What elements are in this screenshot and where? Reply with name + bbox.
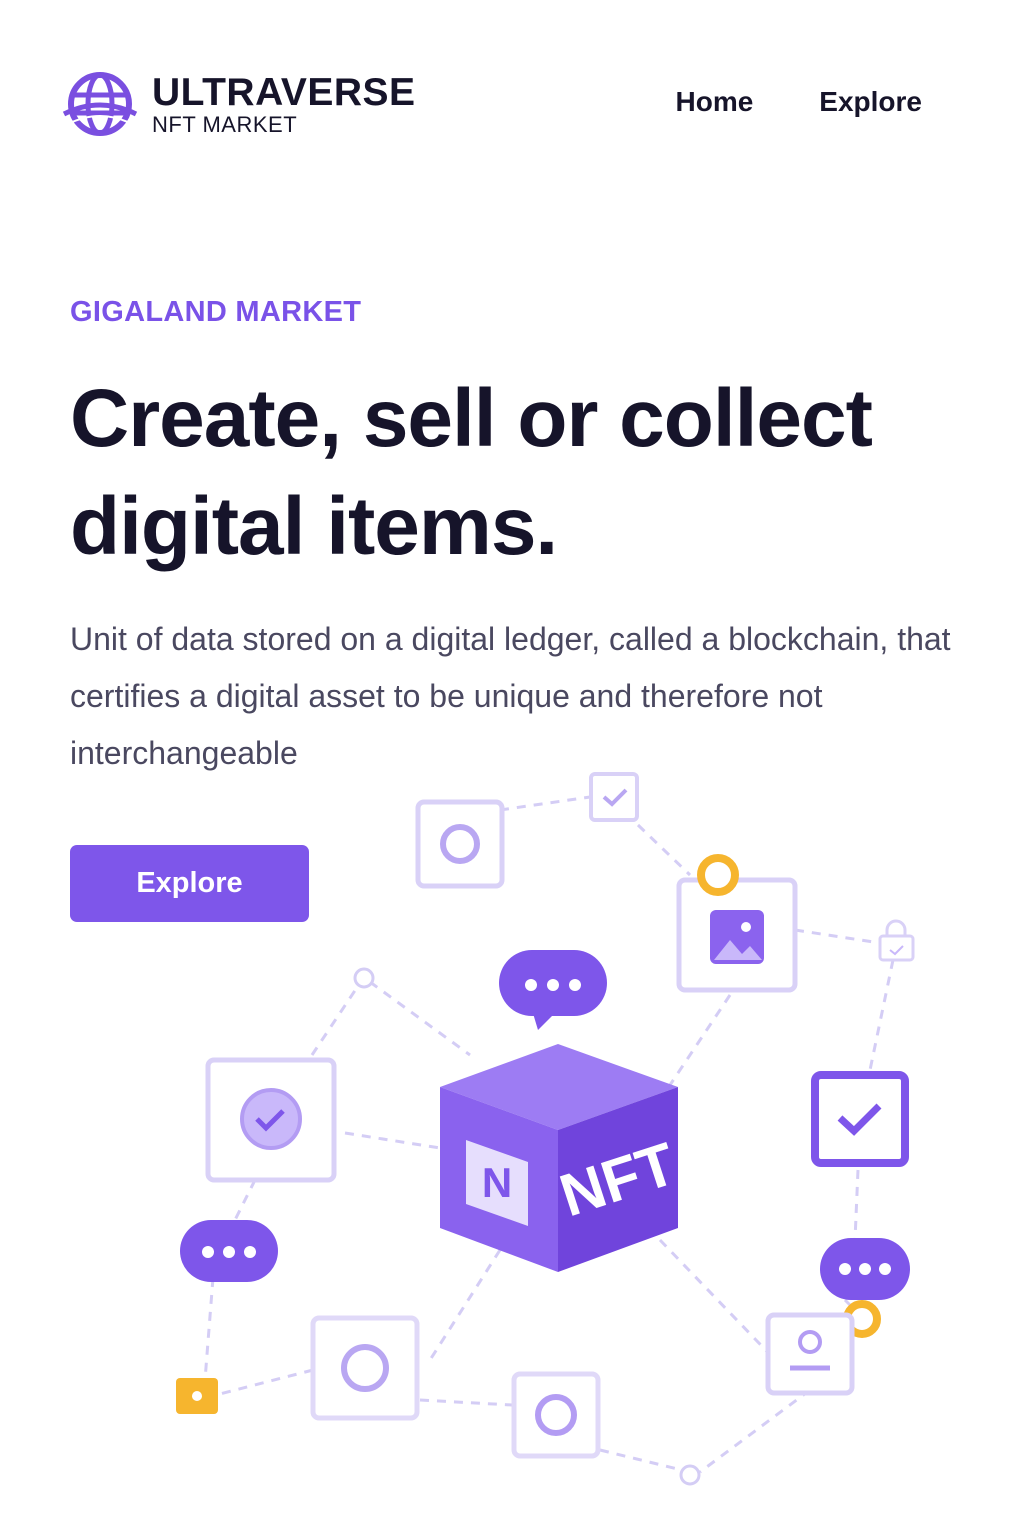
chat-bubble-icon [499,950,607,1030]
circle-node-icon [415,799,505,889]
checkmark-icon [811,1071,909,1167]
nft-cube-icon: N NFT [440,1044,684,1272]
user-card-icon [765,1312,855,1396]
brand-name: ULTRAVERSE [152,70,416,114]
circle-node-icon [310,1315,420,1421]
checkmark-icon [205,1057,337,1183]
circle-node-icon [697,854,739,896]
explore-button[interactable]: Explore [70,845,309,922]
hero-section: GIGALAND MARKET Create, sell or collect … [70,296,1000,782]
brand-subtitle: NFT MARKET [152,111,298,137]
site-header: ULTRAVERSE NFT MARKET Home Explore [0,0,1024,200]
lock-icon [878,919,915,962]
nav-explore-link[interactable]: Explore [819,86,922,118]
circle-node-icon [511,1371,601,1459]
chat-bubble-icon [180,1220,278,1282]
headline-line-2: digital items. [70,481,558,572]
headline-line-1: Create, sell or collect [70,373,873,464]
nav-home-link[interactable]: Home [676,86,754,118]
circle-node-icon [353,967,375,989]
circle-node-icon [176,1378,218,1414]
main-nav: Home Explore [676,86,923,118]
globe-icon [62,72,138,136]
brand-logo[interactable]: ULTRAVERSE NFT MARKET [62,68,416,140]
hero-eyebrow: GIGALAND MARKET [70,296,362,328]
hero-description: Unit of data stored on a digital ledger,… [70,621,951,771]
cube-face-letter: N [482,1159,512,1206]
checkmark-icon [589,772,639,822]
hero-headline: Create, sell or collect digital items. [70,365,1000,581]
circle-node-icon [679,1464,701,1486]
image-icon [676,877,798,993]
chat-bubble-icon [820,1238,910,1300]
